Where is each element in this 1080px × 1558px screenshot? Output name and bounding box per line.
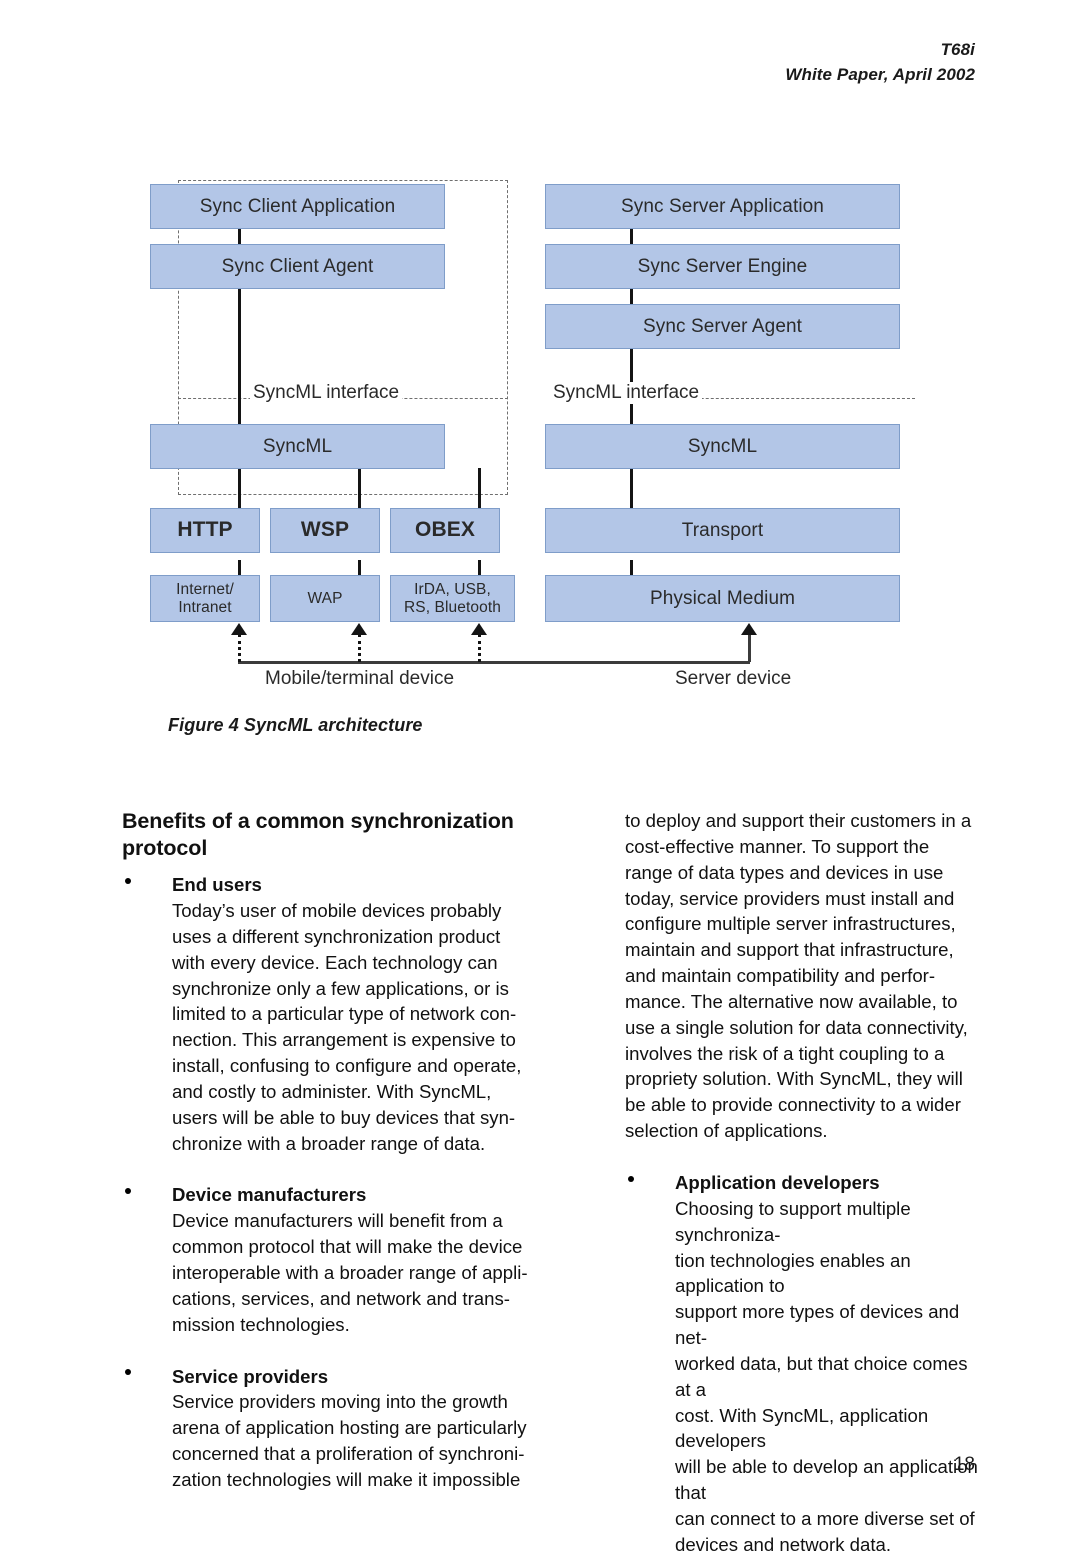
riser-server: [748, 634, 751, 662]
node-label: WAP: [307, 589, 343, 607]
bullet-title: End users: [172, 874, 262, 896]
bullet-body: Choosing to support multiple synchroniza…: [675, 1197, 978, 1555]
page-number: 18: [953, 1454, 975, 1475]
node-label: Internet/ Intranet: [176, 580, 234, 616]
bullet-application-developers: Application developers Choosing to suppo…: [625, 1170, 985, 1558]
node-label: Physical Medium: [649, 587, 796, 609]
figure-canvas: Sync Client Application Sync Client Agen…: [120, 160, 980, 705]
node-wsp: WSP: [270, 508, 380, 553]
document-header: T68i White Paper, April 2002: [785, 38, 975, 87]
node-label: Sync Client Application: [199, 195, 396, 217]
node-http: HTTP: [150, 508, 260, 553]
label-server-device: Server device: [675, 668, 791, 690]
node-internet-intranet: Internet/ Intranet: [150, 575, 260, 622]
bullet-body: Device manufacturers will benefit from a…: [172, 1210, 528, 1335]
header-model: T68i: [940, 40, 975, 59]
node-label: Sync Server Agent: [642, 315, 803, 337]
figure-caption: Figure 4 SyncML architecture: [168, 715, 423, 735]
bullet-body: Today’s user of mobile devices probably …: [172, 900, 522, 1154]
node-label: IrDA, USB, RS, Bluetooth: [404, 580, 501, 616]
node-sync-server-application: Sync Server Application: [545, 184, 900, 229]
node-label: SyncML: [262, 435, 333, 457]
bullet-service-providers: Service providers Service providers movi…: [122, 1364, 546, 1493]
node-sync-server-engine: Sync Server Engine: [545, 244, 900, 289]
node-label: Sync Server Engine: [637, 255, 808, 277]
label-text: Server device: [675, 668, 792, 689]
node-sync-client-agent: Sync Client Agent: [150, 244, 445, 289]
page-title: Benefits of a common synchronization pro…: [122, 809, 514, 861]
device-bus-line: [238, 661, 750, 664]
label-text: SyncML interface: [553, 382, 700, 403]
figure-syncml-architecture: Sync Client Application Sync Client Agen…: [120, 160, 980, 705]
connector-syncml-wsp: [358, 468, 361, 512]
node-obex: OBEX: [390, 508, 500, 553]
arrowhead-wap: [351, 623, 367, 635]
node-label: OBEX: [415, 518, 475, 542]
label-mobile-terminal-device: Mobile/terminal device: [265, 668, 454, 690]
bullet-end-users: End users Today’s user of mobile devices…: [122, 872, 546, 1156]
arrowhead-server: [741, 623, 757, 635]
riser-wap: [358, 634, 361, 662]
node-client-syncml: SyncML: [150, 424, 445, 469]
bullet-dot-icon: [125, 1188, 131, 1195]
label-text: SyncML interface: [253, 382, 400, 403]
bullet-dot-icon: [628, 1175, 634, 1182]
node-sync-server-agent: Sync Server Agent: [545, 304, 900, 349]
node-sync-client-application: Sync Client Application: [150, 184, 445, 229]
node-label: HTTP: [177, 518, 233, 542]
node-label: Sync Client Agent: [221, 255, 374, 277]
bullet-title: Device manufacturers: [172, 1184, 367, 1206]
bullet-title: Service providers: [172, 1365, 329, 1387]
node-label: SyncML: [687, 435, 758, 457]
service-providers-continuation: to deploy and support their customers in…: [625, 810, 972, 1142]
riser-internet: [238, 634, 241, 662]
bullet-title: Application developers: [675, 1171, 880, 1193]
connector-syncml-http: [238, 468, 241, 512]
node-physical-medium: Physical Medium: [545, 575, 900, 622]
left-column: Benefits of a common synchronization pro…: [122, 808, 546, 1493]
connector-client-agent-syncml: [238, 288, 241, 428]
node-irda-usb-rs-bluetooth: IrDA, USB, RS, Bluetooth: [390, 575, 515, 622]
bullet-device-manufacturers: Device manufacturers Device manufacturer…: [122, 1182, 546, 1337]
bullet-dot-icon: [125, 877, 131, 884]
riser-irda: [478, 634, 481, 662]
bullet-body: Service providers moving into the growth…: [172, 1391, 527, 1490]
client-interface-label: SyncML interface: [250, 382, 403, 404]
connector-syncml-obex: [478, 468, 481, 512]
server-interface-label: SyncML interface: [550, 382, 703, 404]
node-wap: WAP: [270, 575, 380, 622]
node-label: WSP: [300, 518, 350, 542]
node-label: Sync Server Application: [621, 195, 824, 217]
node-transport: Transport: [545, 508, 900, 553]
node-server-syncml: SyncML: [545, 424, 900, 469]
arrowhead-irda: [471, 623, 487, 635]
bullet-dot-icon: [125, 1369, 131, 1376]
connector-server-syncml-transport: [630, 468, 633, 512]
arrowhead-internet: [231, 623, 247, 635]
right-column: to deploy and support their customers in…: [625, 808, 985, 1558]
label-text: Mobile/terminal device: [265, 668, 455, 689]
header-subtitle: White Paper, April 2002: [785, 64, 975, 84]
node-label: Transport: [681, 519, 764, 541]
